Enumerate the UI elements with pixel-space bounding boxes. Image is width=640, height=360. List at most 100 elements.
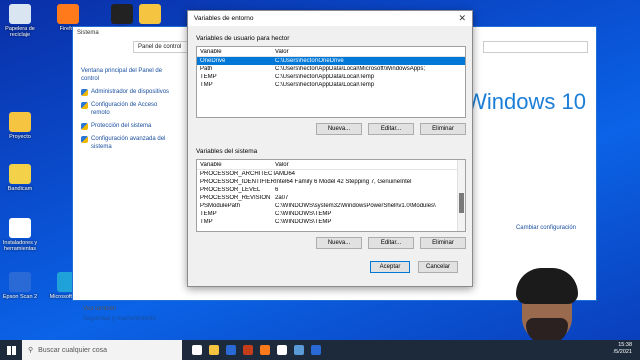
env-var-value: C:\WINDOWS\system32\WindowsPowerShell\v1… [275, 203, 436, 209]
taskbar-app-icon[interactable] [277, 345, 287, 355]
env-var-name: OneDrive [200, 58, 226, 64]
env-var-row[interactable]: TEMP C:\WINDOWS\TEMP [197, 210, 465, 218]
desktop-icon-label: Papelera de reciclaje [5, 26, 35, 38]
env-var-name: PROCESSOR_LEVEL [200, 187, 261, 193]
user-delete-button[interactable]: Eliminar [420, 123, 466, 135]
system-edit-button[interactable]: Editar... [368, 237, 414, 249]
dialog-titlebar: Variables de entorno ✕ [188, 11, 472, 26]
env-var-row[interactable]: OneDrive C:\Users\hector\OneDrive [197, 57, 465, 65]
system-vars-title: Variables del sistema [196, 148, 258, 155]
env-var-row[interactable]: PROCESSOR_LEVEL 6 [197, 186, 465, 194]
env-var-row[interactable]: PROCESSOR_REVISION 2a07 [197, 194, 465, 202]
taskbar-apps [192, 345, 321, 355]
dialog-footer: Aceptar Cancelar [188, 261, 472, 273]
env-var-value: C:\Users\hector\OneDrive [275, 58, 344, 64]
link-system-protection[interactable]: Protección del sistema [81, 122, 177, 130]
desktop-icon[interactable]: Bandicam [0, 164, 42, 192]
desktop-icon[interactable]: Papelera de reciclaje [0, 4, 42, 38]
taskbar-clock[interactable]: 15:38 /5/2021 [614, 342, 632, 356]
link-control-panel-home[interactable]: Ventana principal del Panel de control [81, 67, 177, 83]
cancel-button[interactable]: Cancelar [418, 261, 458, 273]
taskbar-app-icon[interactable] [294, 345, 304, 355]
shield-icon [81, 123, 88, 130]
env-var-value: C:\WINDOWS\TEMP [275, 219, 332, 225]
env-var-name: PROCESSOR_REVISION [200, 195, 271, 201]
env-var-row[interactable]: Path C:\Users\hector\AppData\Local\Micros… [197, 65, 465, 73]
app-icon [57, 4, 79, 24]
close-icon[interactable]: ✕ [458, 13, 466, 24]
app-icon [9, 272, 31, 292]
env-var-value: AMD64 [275, 171, 296, 177]
taskbar-app-icon[interactable] [243, 345, 253, 355]
user-edit-button[interactable]: Editar... [368, 123, 414, 135]
env-var-value: C:\Users\hector\AppData\Local\Temp [275, 74, 375, 80]
system-vars-group: Variables del sistema Variable Valor PRO… [196, 148, 466, 249]
link-advanced-settings[interactable]: Configuración avanzada del sistema [81, 135, 177, 151]
env-var-name: PROCESSOR_ARCHITECTURE [200, 171, 275, 177]
app-icon [9, 218, 31, 238]
desktop-icon[interactable]: Proyecto [0, 112, 42, 140]
env-var-name: TEMP [200, 74, 217, 80]
taskbar-app-icon[interactable] [192, 345, 202, 355]
system-left-pane: Ventana principal del Panel de control A… [73, 57, 185, 322]
taskbar-app-icon[interactable] [209, 345, 219, 355]
ok-button[interactable]: Aceptar [370, 261, 410, 273]
desktop-icon-label: Bandicam [7, 186, 33, 192]
taskbar: ⚲ Buscar cualquier cosa 15:38 /5/2021 [0, 340, 640, 360]
system-vars-buttons: Nueva... Editar... Eliminar [196, 237, 466, 249]
env-var-row[interactable]: TMP C:\Users\hector\AppData\Local\Temp [197, 81, 465, 89]
system-vars-list[interactable]: Variable Valor PROCESSOR_ARCHITECTUREAMD… [196, 159, 466, 232]
see-also-label: Vea también [83, 306, 117, 312]
env-var-row[interactable]: TEMP C:\Users\hector\AppData\Local\Temp [197, 73, 465, 81]
window-search-input[interactable] [483, 41, 588, 53]
taskbar-app-icon[interactable] [260, 345, 270, 355]
app-icon [9, 164, 31, 184]
link-remote-settings[interactable]: Configuración de Acceso remoto [81, 101, 177, 117]
clock-time: 15:38 [618, 342, 632, 348]
start-button[interactable] [0, 340, 22, 360]
col-value[interactable]: Valor [275, 162, 465, 168]
system-new-button[interactable]: Nueva... [316, 237, 362, 249]
windows-logo-text: Windows 10 [466, 89, 586, 114]
person-hair [516, 268, 578, 304]
taskbar-app-icon[interactable] [311, 345, 321, 355]
env-var-row[interactable]: PROCESSOR_ARCHITECTUREAMD64 [197, 170, 465, 178]
col-value[interactable]: Valor [275, 49, 465, 55]
link-device-manager[interactable]: Administrador de dispositivos [81, 88, 177, 96]
col-variable[interactable]: Variable [197, 162, 275, 168]
env-var-name: TMP [200, 219, 213, 225]
user-vars-title: Variables de usuario para hector [196, 35, 290, 42]
env-var-value: 6 [275, 187, 279, 193]
taskbar-search[interactable]: ⚲ Buscar cualquier cosa [22, 340, 182, 360]
env-var-row[interactable]: PROCESSOR_IDENTIFIER Intel64 Family 6 Mod… [197, 178, 465, 186]
app-icon [9, 4, 31, 24]
clock-date: /5/2021 [613, 349, 632, 355]
user-new-button[interactable]: Nueva... [316, 123, 362, 135]
env-var-value: 2a07 [275, 195, 289, 201]
col-variable[interactable]: Variable [197, 49, 275, 55]
env-var-row[interactable]: TMP C:\WINDOWS\TEMP [197, 218, 465, 226]
desktop-icon-label: Proyecto [9, 134, 31, 140]
app-icon [139, 4, 161, 24]
taskbar-search-placeholder: Buscar cualquier cosa [38, 346, 108, 354]
search-icon: ⚲ [28, 347, 34, 354]
desktop-icon[interactable]: Epson Scan 2 [0, 272, 42, 300]
env-var-value: C:\WINDOWS\TEMP [275, 211, 332, 217]
env-var-value: C:\Users\hector\AppData\Local\Temp [275, 82, 375, 88]
breadcrumb[interactable]: Panel de control [138, 44, 181, 50]
desktop-icon[interactable]: Instaladores y herramientas [0, 218, 42, 252]
change-config-link[interactable]: Cambiar configuración [516, 225, 576, 232]
user-vars-group: Variables de usuario para hector Variabl… [196, 35, 466, 135]
link-security-maintenance[interactable]: Seguridad y mantenimiento [83, 315, 156, 323]
user-vars-header: Variable Valor [197, 47, 465, 57]
env-var-value: C:\Users\hector\AppData\Local\Microsoft\… [275, 66, 426, 72]
system-vars-scrollbar[interactable] [457, 160, 465, 231]
taskbar-app-icon[interactable] [226, 345, 236, 355]
env-variables-dialog: Variables de entorno ✕ Variables de usua… [187, 10, 473, 287]
user-vars-list[interactable]: Variable Valor OneDrive C:\Users\hector\O… [196, 46, 466, 118]
windows-icon [6, 345, 16, 355]
scrollbar-thumb[interactable] [459, 193, 464, 213]
shield-icon [81, 89, 88, 96]
system-delete-button[interactable]: Eliminar [420, 237, 466, 249]
env-var-row[interactable]: PSModulePath C:\WINDOWS\system32\WindowsP… [197, 202, 465, 210]
